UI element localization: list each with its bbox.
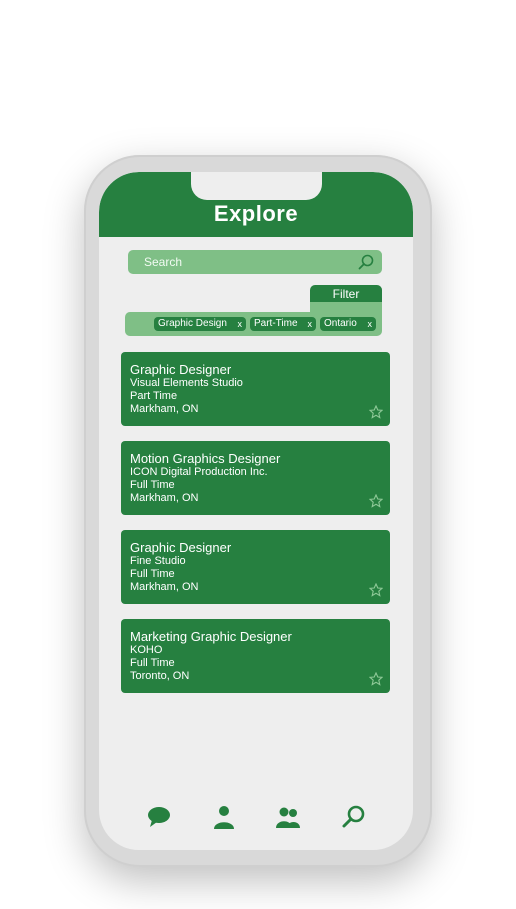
job-company: Fine Studio xyxy=(130,555,186,567)
profile-icon[interactable] xyxy=(211,804,237,830)
job-company: KOHO xyxy=(130,644,163,656)
filter-chip-ontario[interactable]: Ontario x xyxy=(320,317,376,331)
chip-label: Part-Time xyxy=(254,318,298,329)
header-bar: Explore xyxy=(99,172,413,237)
star-icon[interactable] xyxy=(369,672,383,686)
search-nav-icon[interactable] xyxy=(341,804,367,830)
job-title: Marketing Graphic Designer xyxy=(130,629,292,644)
job-type: Full Time xyxy=(130,657,175,669)
job-location: Markham, ON xyxy=(130,581,199,593)
star-icon[interactable] xyxy=(369,405,383,419)
job-type: Part Time xyxy=(130,390,178,402)
job-card[interactable]: Graphic Designer Fine Studio Full Time M… xyxy=(121,530,390,604)
chip-label: Graphic Design xyxy=(158,318,227,329)
page-title: Explore xyxy=(213,201,299,226)
star-icon[interactable] xyxy=(369,583,383,597)
job-type: Full Time xyxy=(130,479,175,491)
job-title: Graphic Designer xyxy=(130,362,232,377)
chip-remove-icon[interactable]: x xyxy=(368,317,373,331)
people-icon[interactable] xyxy=(275,804,301,830)
job-location: Markham, ON xyxy=(130,492,199,504)
chip-label: Ontario xyxy=(324,318,357,329)
search-icon[interactable] xyxy=(358,254,374,270)
job-company: ICON Digital Production Inc. xyxy=(130,466,268,478)
job-card[interactable]: Motion Graphics Designer ICON Digital Pr… xyxy=(121,441,390,515)
bottom-nav xyxy=(99,804,413,832)
search-input[interactable] xyxy=(142,254,354,270)
job-card[interactable]: Marketing Graphic Designer KOHO Full Tim… xyxy=(121,619,390,693)
app-screen: Explore Filter Graphic Design x Part-Tim… xyxy=(99,172,413,850)
job-location: Markham, ON xyxy=(130,403,199,415)
job-title: Motion Graphics Designer xyxy=(130,451,281,466)
phone-notch xyxy=(191,172,322,200)
star-icon[interactable] xyxy=(369,494,383,508)
job-location: Toronto, ON xyxy=(130,670,190,682)
active-filters-bar: Graphic Design x Part-Time x Ontario x xyxy=(125,312,382,336)
job-title: Graphic Designer xyxy=(130,540,232,555)
chip-remove-icon[interactable]: x xyxy=(238,317,243,331)
filter-chip-part-time[interactable]: Part-Time x xyxy=(250,317,316,331)
filter-button[interactable]: Filter xyxy=(310,285,382,303)
filter-chip-graphic-design[interactable]: Graphic Design x xyxy=(154,317,246,331)
job-card[interactable]: Graphic Designer Visual Elements Studio … xyxy=(121,352,390,426)
chip-remove-icon[interactable]: x xyxy=(308,317,313,331)
job-company: Visual Elements Studio xyxy=(130,377,243,389)
chat-icon[interactable] xyxy=(146,804,172,830)
job-type: Full Time xyxy=(130,568,175,580)
search-bar[interactable] xyxy=(128,250,382,274)
